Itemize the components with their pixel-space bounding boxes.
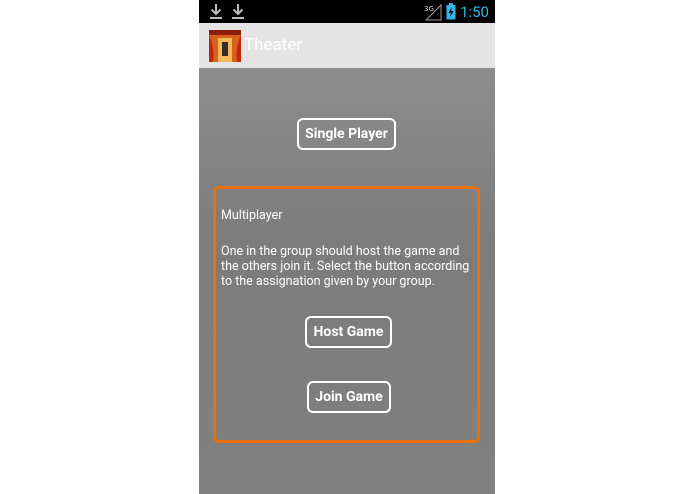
download-icon [210,4,222,19]
join-game-button[interactable]: Join Game [307,381,391,413]
main-content: Single Player Multiplayer One in the gro… [199,68,495,494]
app-title: Theater [244,35,303,55]
battery-charging-icon [446,3,456,20]
theater-curtain-icon [209,30,241,62]
multiplayer-panel: Multiplayer One in the group should host… [213,186,480,443]
download-icon [232,4,244,19]
multiplayer-title: Multiplayer [221,208,283,223]
clock-time: 1:50 [460,2,489,21]
single-player-button[interactable]: Single Player [297,118,396,150]
network-type-label: 3G [424,5,434,13]
phone-screen: 3G 1:50 Theater Single Player Multiplaye… [199,0,495,494]
status-bar: 3G 1:50 [199,0,495,23]
host-game-button[interactable]: Host Game [305,316,392,348]
signal-icon: 3G [424,3,442,20]
multiplayer-description: One in the group should host the game an… [221,244,470,289]
action-bar: Theater [199,23,495,71]
